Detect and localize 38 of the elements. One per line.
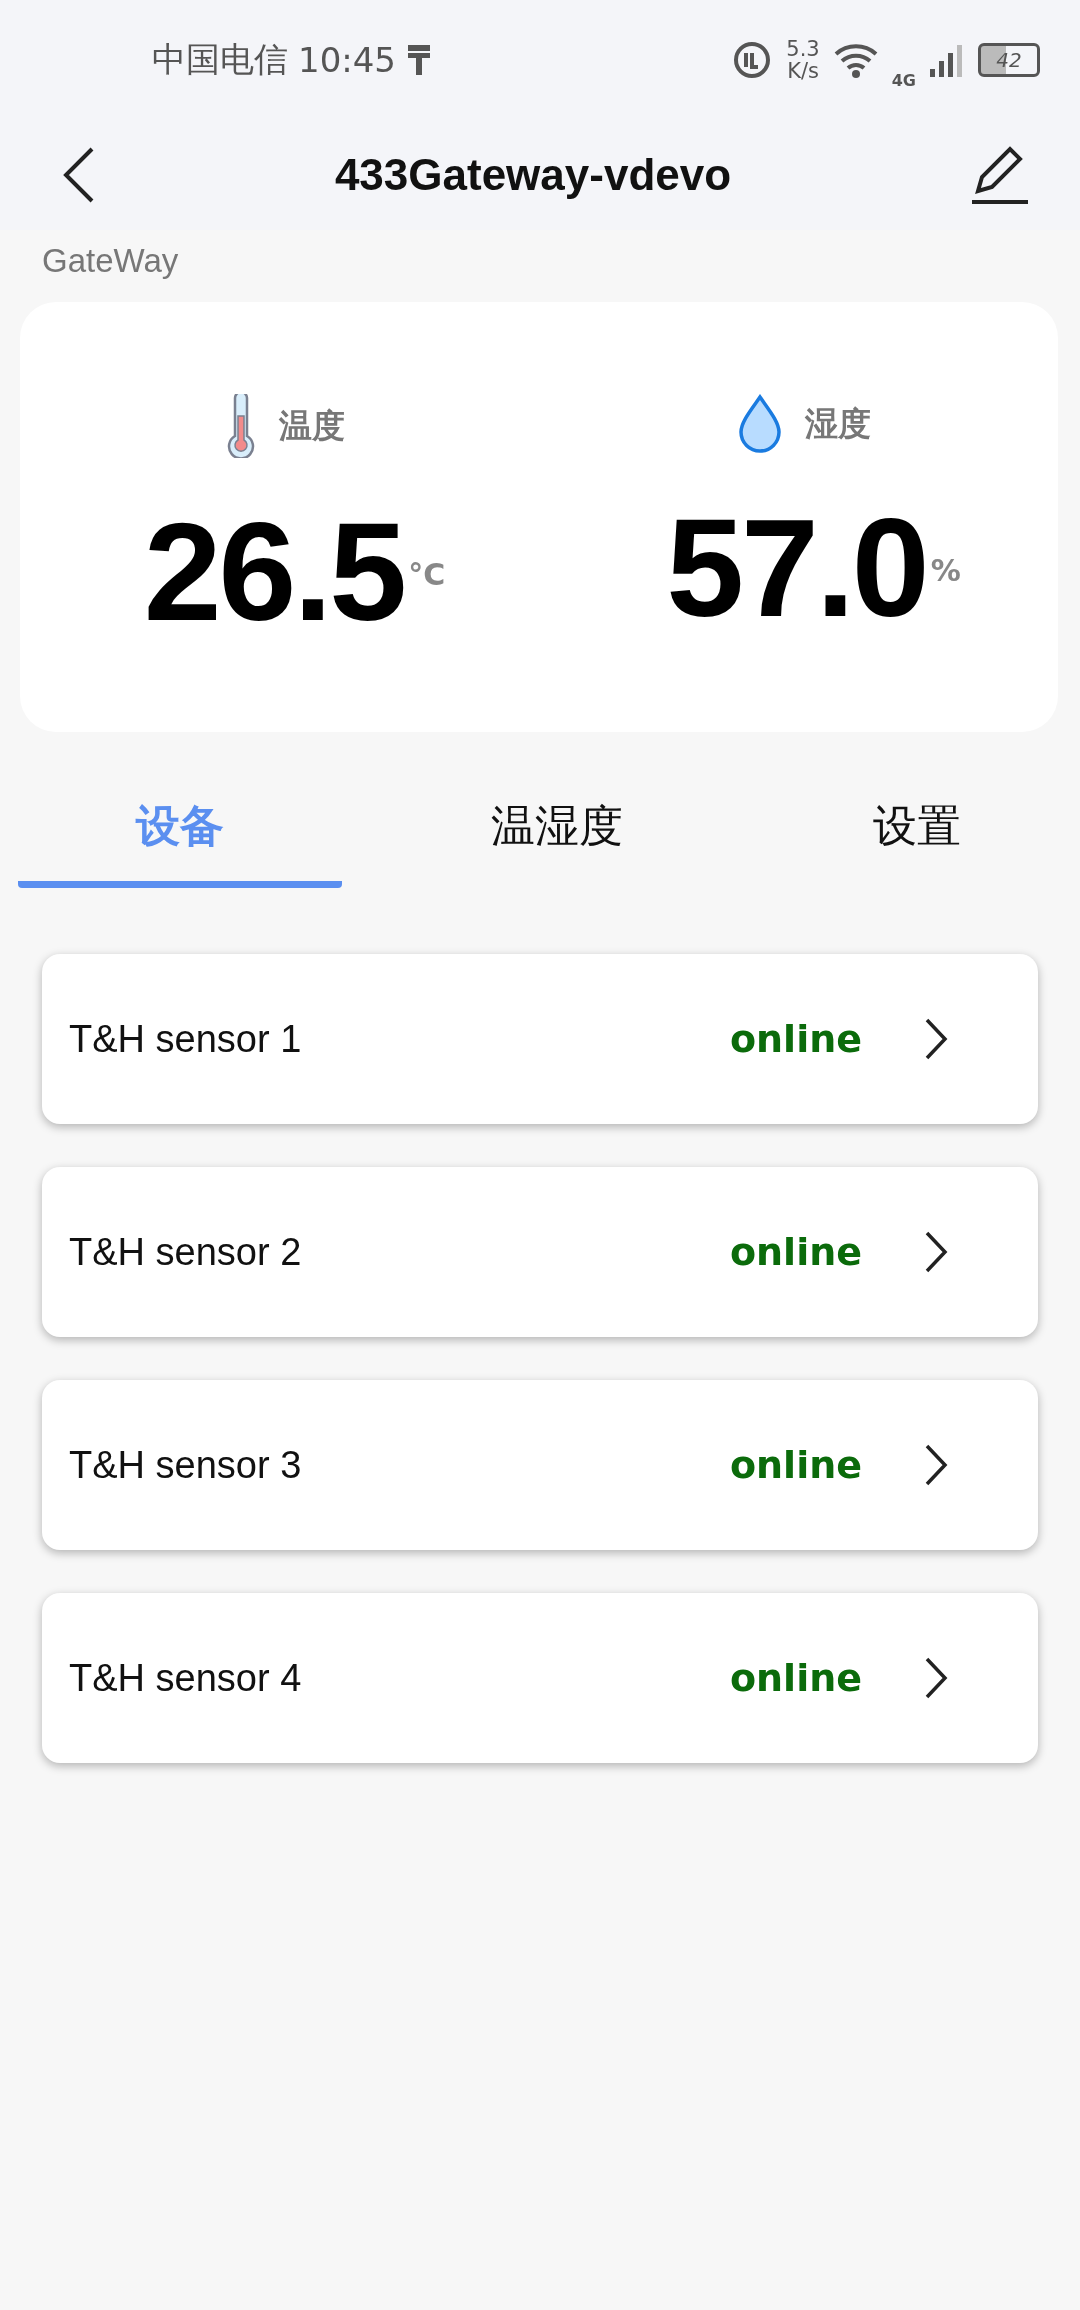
- tab[interactable]: 温湿度: [342, 772, 772, 888]
- chevron-right-icon: [924, 1443, 948, 1487]
- speed-unit: K/s: [787, 60, 819, 82]
- speed-value: 5.3: [786, 38, 820, 60]
- reading-value: 26.5: [143, 502, 405, 642]
- network-type: 4G: [891, 70, 916, 90]
- device-status: online: [729, 1017, 862, 1061]
- device-row[interactable]: T&H sensor 2 online: [42, 1167, 1038, 1337]
- device-name: T&H sensor 3: [69, 1443, 303, 1487]
- chevron-right-icon: [924, 1230, 948, 1274]
- reading-unit: °C: [408, 557, 446, 592]
- clock-time: 10:45: [298, 40, 396, 80]
- chevron-right-icon: [924, 1656, 948, 1700]
- device-row[interactable]: T&H sensor 4 online: [42, 1593, 1038, 1763]
- reading-label: 温度: [278, 404, 345, 447]
- data-saver-icon: [732, 40, 773, 80]
- tab[interactable]: 设置: [772, 772, 1062, 888]
- device-name: T&H sensor 4: [69, 1656, 303, 1700]
- reading-value: 57.0: [666, 498, 927, 638]
- page-title: 433Gateway-vdevo: [333, 150, 733, 200]
- carrier-name: 中国电信: [152, 38, 288, 81]
- chevron-right-icon: [924, 1017, 948, 1061]
- back-icon[interactable]: [62, 145, 96, 205]
- device-name: T&H sensor 2: [69, 1230, 303, 1274]
- device-status: online: [729, 1443, 862, 1487]
- battery-level: 42: [978, 43, 1040, 77]
- device-name: T&H sensor 1: [69, 1017, 303, 1061]
- reading-unit: %: [930, 553, 961, 588]
- device-row[interactable]: T&H sensor 1 online: [42, 954, 1038, 1124]
- signal-icon: [930, 43, 964, 77]
- device-status: online: [729, 1230, 862, 1274]
- device-row[interactable]: T&H sensor 3 online: [42, 1380, 1038, 1550]
- reading-label: 湿度: [804, 402, 871, 445]
- device-status: online: [729, 1656, 862, 1700]
- device-type: GateWay: [41, 241, 180, 280]
- wifi-icon: [833, 42, 878, 78]
- water-drop-icon: [736, 394, 783, 454]
- edit-icon[interactable]: [970, 145, 1030, 205]
